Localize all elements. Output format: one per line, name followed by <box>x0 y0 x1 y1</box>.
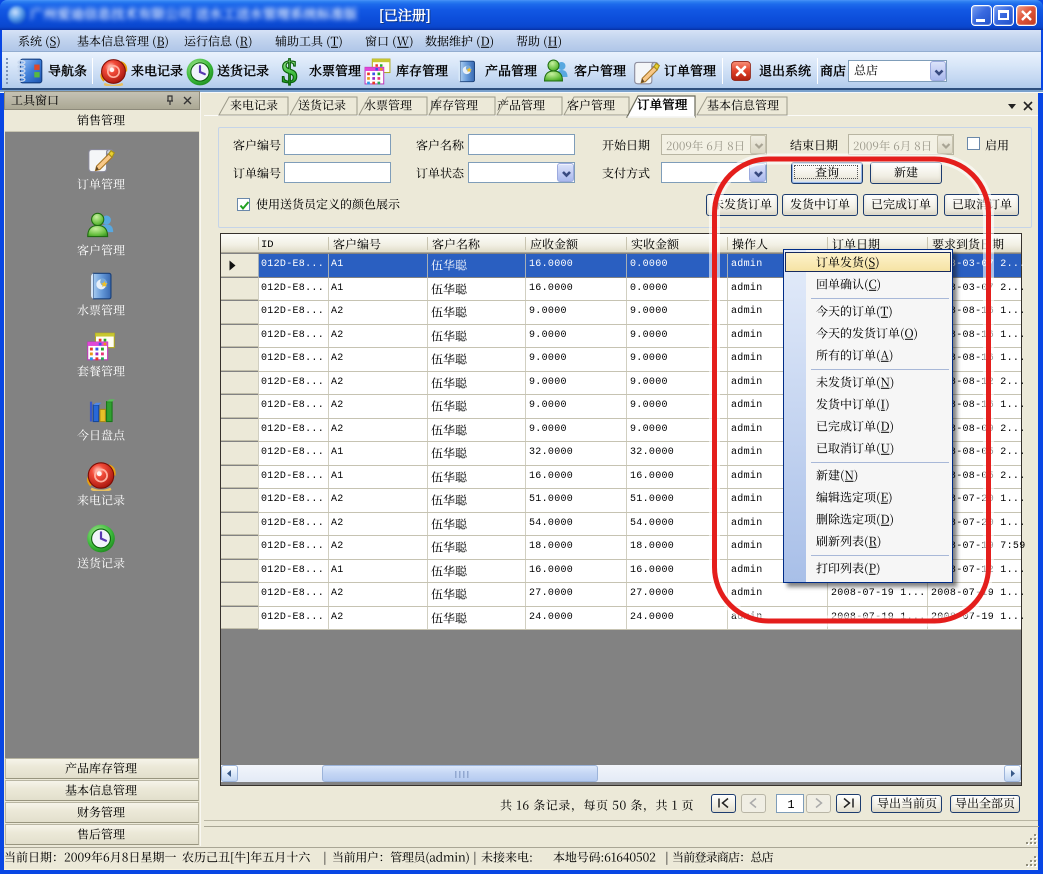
svg-text:$: $ <box>281 56 297 87</box>
